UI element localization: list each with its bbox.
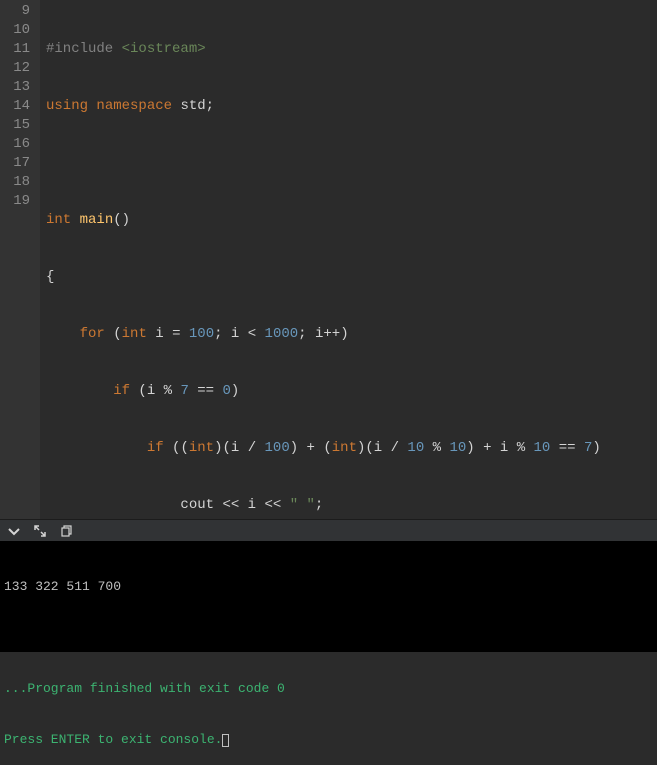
line-number: 10 (6, 21, 30, 40)
line-number: 15 (6, 116, 30, 135)
code-line: if ((int)(i / 100) + (int)(i / 10 % 10) … (46, 439, 651, 458)
console-status-line: ...Program finished with exit code 0 (4, 680, 653, 697)
expand-icon[interactable] (34, 525, 46, 537)
output-console[interactable]: 133 322 511 700 ...Program finished with… (0, 541, 657, 652)
code-line: if (i % 7 == 0) (46, 382, 651, 401)
console-blank-line (4, 629, 653, 646)
console-toolbar (0, 519, 657, 541)
line-number-gutter: 9 10 11 12 13 14 15 16 17 18 19 (0, 0, 40, 519)
console-prompt-line: Press ENTER to exit console. (4, 731, 653, 748)
line-number: 17 (6, 154, 30, 173)
line-number: 16 (6, 135, 30, 154)
line-number: 14 (6, 97, 30, 116)
code-line: for (int i = 100; i < 1000; i++) (46, 325, 651, 344)
copy-icon[interactable] (60, 525, 72, 537)
line-number: 12 (6, 59, 30, 78)
code-line: cout << i << " "; (46, 496, 651, 515)
console-cursor (222, 734, 229, 747)
line-number: 19 (6, 192, 30, 211)
code-area[interactable]: #include <iostream> using namespace std;… (40, 0, 657, 519)
code-line: { (46, 268, 651, 287)
code-line: using namespace std; (46, 97, 651, 116)
console-output-line: 133 322 511 700 (4, 578, 653, 595)
code-editor[interactable]: 9 10 11 12 13 14 15 16 17 18 19 #include… (0, 0, 657, 519)
chevron-down-icon[interactable] (8, 525, 20, 537)
code-line: int main() (46, 211, 651, 230)
line-number: 11 (6, 40, 30, 59)
line-number: 13 (6, 78, 30, 97)
line-number: 18 (6, 173, 30, 192)
code-line (46, 154, 651, 173)
code-line: #include <iostream> (46, 40, 651, 59)
line-number: 9 (6, 2, 30, 21)
